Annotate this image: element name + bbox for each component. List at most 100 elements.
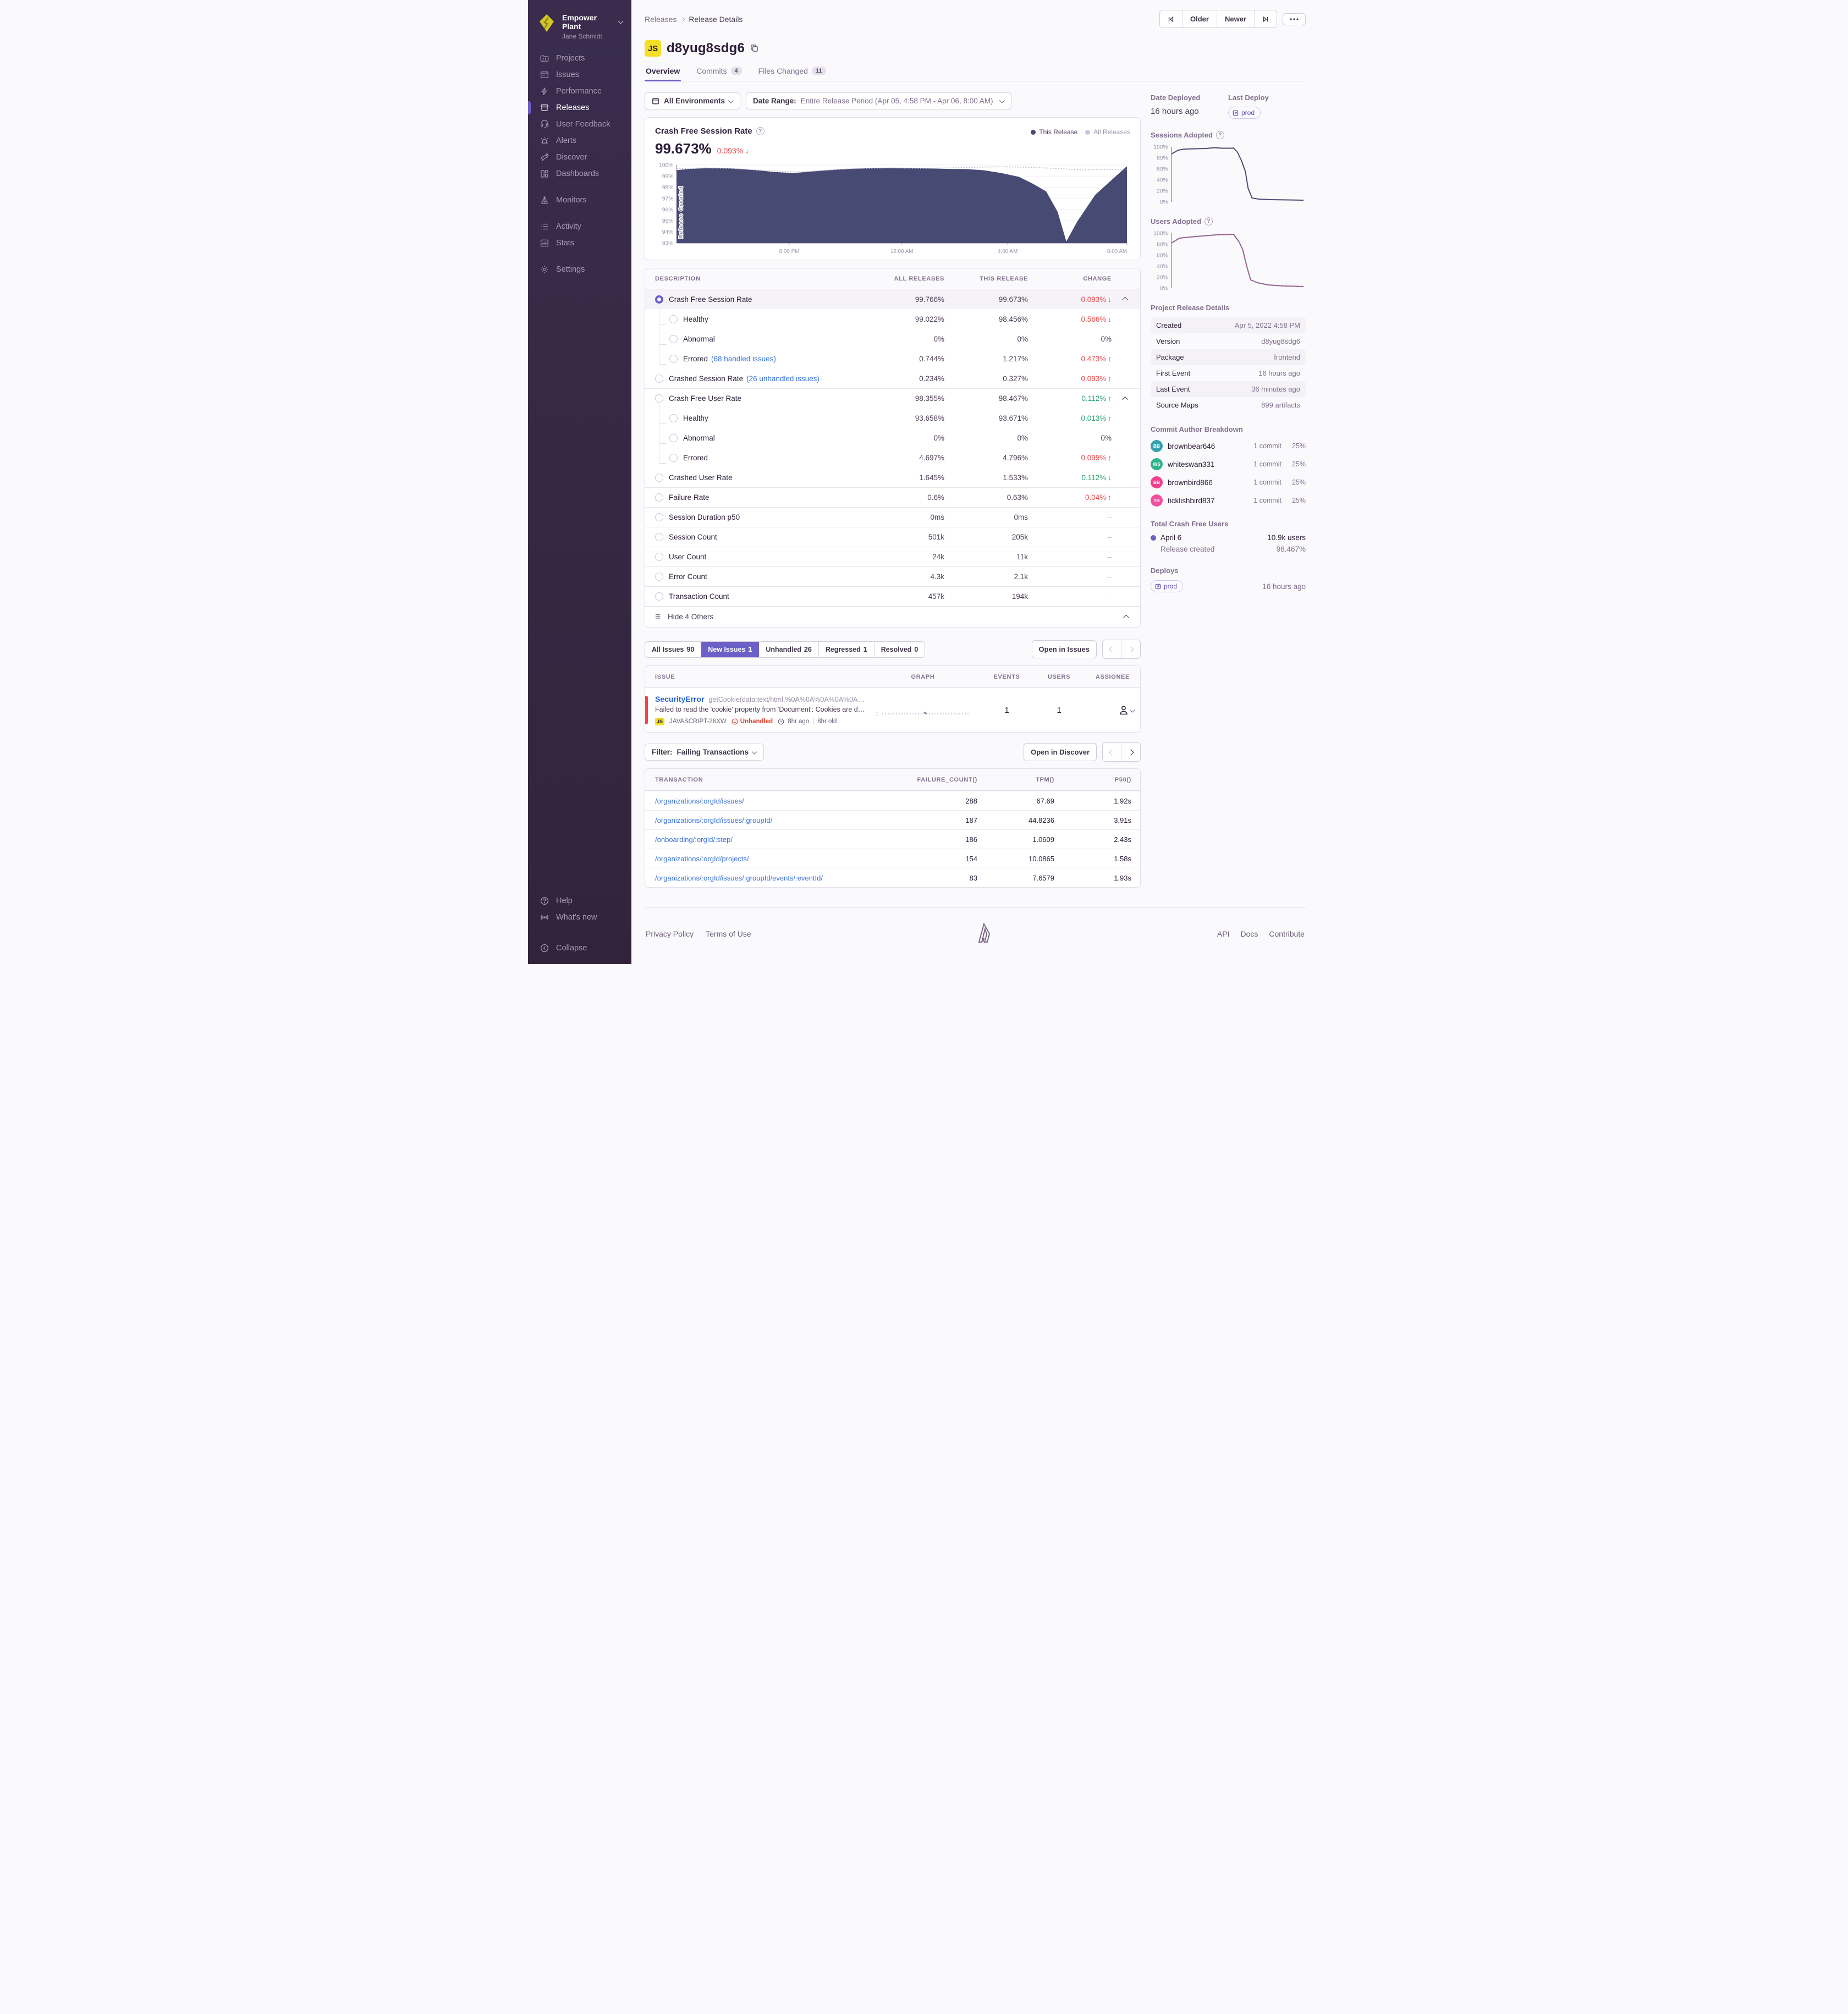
metric-radio[interactable] xyxy=(669,453,678,462)
tab-files-changed[interactable]: Files Changed 11 xyxy=(757,67,827,81)
metric-radio[interactable] xyxy=(655,533,663,541)
prod-deploy-badge[interactable]: prod xyxy=(1228,107,1261,119)
tab-all-issues[interactable]: All Issues 90 xyxy=(645,641,702,657)
privacy-policy-link[interactable]: Privacy Policy xyxy=(646,929,694,938)
legend-all-releases[interactable]: All Releases xyxy=(1085,128,1130,136)
prev-page-button[interactable] xyxy=(1103,743,1121,761)
sidebar-item-projects[interactable]: Projects xyxy=(528,50,631,67)
metric-radio[interactable] xyxy=(669,334,678,343)
metric-radio[interactable] xyxy=(669,315,678,323)
metric-row-healthy[interactable]: Healthy 99.022% 98.456% 0.566% ↓ xyxy=(645,305,1140,329)
metric-row-crashed-user-rate[interactable]: Crashed User Rate 1.645% 1.533% 0.112% ↓ xyxy=(645,467,1140,487)
api-link[interactable]: API xyxy=(1217,929,1230,938)
prev-page-button[interactable] xyxy=(1103,640,1121,658)
metric-row-session-duration[interactable]: Session Duration p50 0ms 0ms – xyxy=(645,507,1140,527)
sidebar-item-activity[interactable]: Activity xyxy=(528,218,631,235)
help-question-icon[interactable]: ? xyxy=(1204,217,1213,225)
sidebar-collapse-button[interactable]: Collapse xyxy=(528,940,631,956)
metric-row-failure-rate[interactable]: Failure Rate 0.6% 0.63% 0.04% ↑ xyxy=(645,487,1140,507)
transaction-row[interactable]: /organizations/:orgId/issues/:groupId/ev… xyxy=(645,868,1140,887)
help-question-icon[interactable]: ? xyxy=(1216,131,1224,139)
metric-row-errored[interactable]: Errored (68 handled issues) 0.744% 1.217% … xyxy=(645,345,1140,368)
unhandled-issues-link[interactable]: (26 unhandled issues) xyxy=(746,375,820,383)
metric-radio[interactable] xyxy=(655,374,663,383)
metric-radio[interactable] xyxy=(655,592,663,601)
metric-row-abnormal[interactable]: Abnormal 0% 0% 0% xyxy=(645,325,1140,349)
sidebar-item-monitors[interactable]: Monitors xyxy=(528,192,631,208)
transaction-link[interactable]: /onboarding/:orgId/:step/ xyxy=(655,835,733,844)
metric-radio-selected[interactable] xyxy=(655,295,663,304)
transactions-filter-selector[interactable]: Filter: Failing Transactions xyxy=(645,744,765,761)
metric-row-crashed-session-rate[interactable]: Crashed Session Rate (26 unhandled issues… xyxy=(645,368,1140,388)
org-switcher[interactable]: Empower Plant Jane Schmidt xyxy=(528,10,631,50)
metric-row-session-count[interactable]: Session Count 501k 205k – xyxy=(645,527,1140,547)
transaction-row[interactable]: /organizations/:orgId/issues/ 288 67.69 1.… xyxy=(645,791,1140,810)
sidebar-item-whats-new[interactable]: What's new xyxy=(528,909,631,926)
breadcrumb-releases[interactable]: Releases xyxy=(645,15,676,24)
issue-title-link[interactable]: SecurityError xyxy=(655,695,704,703)
sidebar-item-stats[interactable]: Stats xyxy=(528,235,631,251)
tab-commits[interactable]: Commits 4 xyxy=(695,67,743,81)
sidebar-item-dashboards[interactable]: Dashboards xyxy=(528,166,631,182)
sidebar-item-alerts[interactable]: Alerts xyxy=(528,133,631,149)
metric-row-errored-users[interactable]: Errored 4.697% 4.796% 0.099% ↑ xyxy=(645,444,1140,467)
metric-radio[interactable] xyxy=(669,414,678,422)
tab-new-issues[interactable]: New Issues 1 xyxy=(701,641,760,657)
metric-radio[interactable] xyxy=(655,513,663,521)
sidebar-item-settings[interactable]: Settings xyxy=(528,261,631,278)
hide-others-button[interactable]: Hide 4 Others xyxy=(645,606,1140,627)
metric-radio[interactable] xyxy=(655,473,663,482)
sidebar-item-help[interactable]: Help xyxy=(528,893,631,909)
terms-of-use-link[interactable]: Terms of Use xyxy=(706,929,751,938)
metric-row-healthy-users[interactable]: Healthy 93.658% 93.671% 0.013% ↑ xyxy=(645,404,1140,428)
oldest-release-button[interactable] xyxy=(1160,10,1182,27)
metric-row-crash-free-session-rate[interactable]: Crash Free Session Rate 99.766% 99.673% 0… xyxy=(645,289,1140,309)
transaction-row[interactable]: /onboarding/:orgId/:step/ 186 1.0609 2.43s xyxy=(645,829,1140,849)
contribute-link[interactable]: Contribute xyxy=(1269,929,1305,938)
date-range-selector[interactable]: Date Range: Entire Release Period (Apr 0… xyxy=(746,92,1012,109)
metric-row-error-count[interactable]: Error Count 4.3k 2.1k – xyxy=(645,566,1140,586)
sidebar-item-issues[interactable]: Issues xyxy=(528,67,631,83)
sidebar-item-discover[interactable]: Discover xyxy=(528,149,631,166)
sidebar-item-performance[interactable]: Performance xyxy=(528,83,631,100)
help-question-icon[interactable]: ? xyxy=(756,127,765,135)
handled-issues-link[interactable]: (68 handled issues) xyxy=(711,355,776,363)
transaction-row[interactable]: /organizations/:orgId/projects/ 154 10.08… xyxy=(645,849,1140,868)
sidebar-item-user-feedback[interactable]: User Feedback xyxy=(528,116,631,133)
tab-regressed[interactable]: Regressed 1 xyxy=(818,641,875,657)
artifacts-link[interactable]: 899 artifacts xyxy=(1261,401,1300,409)
metric-row-user-count[interactable]: User Count 24k 11k – xyxy=(645,547,1140,566)
newer-button[interactable]: Newer xyxy=(1217,10,1255,27)
metric-radio[interactable] xyxy=(655,573,663,581)
metric-row-transaction-count[interactable]: Transaction Count 457k 194k – xyxy=(645,586,1140,606)
transaction-link[interactable]: /organizations/:orgId/issues/:groupId/ xyxy=(655,816,772,824)
metric-radio[interactable] xyxy=(655,394,663,403)
next-page-button[interactable] xyxy=(1121,743,1140,761)
tab-overview[interactable]: Overview xyxy=(645,67,681,81)
tab-unhandled[interactable]: Unhandled 26 xyxy=(759,641,819,657)
collapse-section-button[interactable] xyxy=(1112,296,1140,304)
metric-radio[interactable] xyxy=(655,553,663,561)
metric-radio[interactable] xyxy=(669,433,678,442)
newest-release-button[interactable] xyxy=(1255,10,1277,27)
more-options-button[interactable] xyxy=(1283,13,1306,25)
open-in-discover-button[interactable]: Open in Discover xyxy=(1024,743,1097,761)
sidebar-item-releases[interactable]: Releases xyxy=(528,100,631,116)
legend-this-release[interactable]: This Release xyxy=(1031,128,1077,136)
sessions-adopted-chart[interactable]: 100% 80% 60% 40% 20% 0% xyxy=(1151,145,1306,206)
next-page-button[interactable] xyxy=(1121,640,1140,658)
metric-radio[interactable] xyxy=(669,354,678,363)
copy-version-button[interactable] xyxy=(750,44,758,54)
transaction-link[interactable]: /organizations/:orgId/projects/ xyxy=(655,855,749,863)
transaction-link[interactable]: /organizations/:orgId/issues/:groupId/ev… xyxy=(655,874,823,882)
crash-free-session-chart[interactable]: 100% 99% 98% 97% 96% 95% 94% 93% 8:00 PM 12:00 AM… xyxy=(655,162,1130,256)
transaction-row[interactable]: /organizations/:orgId/issues/:groupId/ 1… xyxy=(645,810,1140,829)
metric-radio[interactable] xyxy=(655,493,663,502)
docs-link[interactable]: Docs xyxy=(1241,929,1258,938)
older-button[interactable]: Older xyxy=(1182,10,1217,27)
prod-deploy-badge[interactable]: prod xyxy=(1151,580,1184,592)
tab-resolved[interactable]: Resolved 0 xyxy=(874,641,925,657)
environment-selector[interactable]: All Environments xyxy=(645,92,741,109)
collapse-section-button[interactable] xyxy=(1112,396,1140,403)
metric-row-abnormal-users[interactable]: Abnormal 0% 0% 0% xyxy=(645,424,1140,448)
